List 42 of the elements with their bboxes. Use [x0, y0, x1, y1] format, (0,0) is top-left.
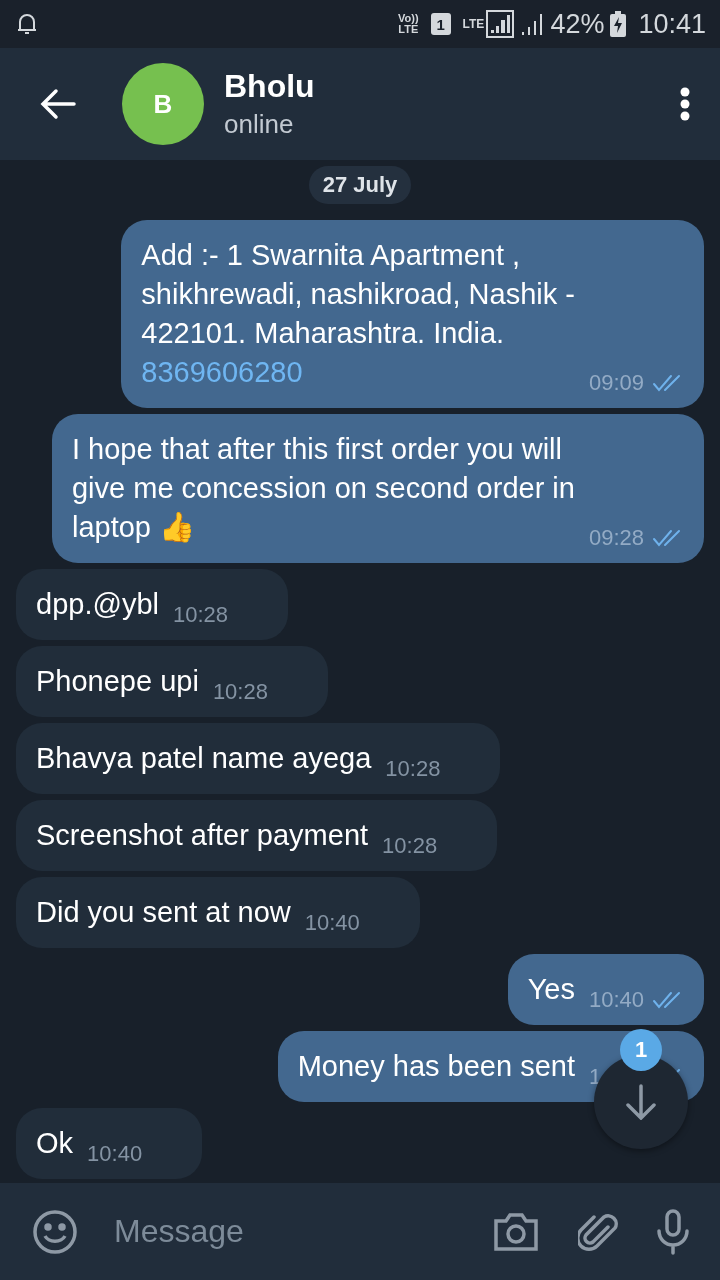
- phone-link[interactable]: 8369606280: [141, 353, 303, 392]
- battery-percent: 42%: [550, 8, 605, 40]
- message-time: 10:40: [588, 989, 644, 1011]
- message-time: 10:40: [87, 1143, 143, 1165]
- message-text: Phonepe upi: [36, 664, 199, 699]
- back-arrow-icon: [40, 88, 76, 120]
- volte-label: LTE: [398, 24, 419, 35]
- clock-time: 10:41: [638, 8, 706, 40]
- message-text: Money has been sent: [297, 1049, 575, 1084]
- contact-name: Bholu: [224, 68, 316, 105]
- message-time: 09:09: [588, 372, 644, 394]
- message-time: 10:28: [172, 604, 228, 626]
- message-text: Screenshot after payment: [36, 818, 369, 853]
- signal-icon: [486, 10, 515, 38]
- contact-status: online: [224, 109, 295, 140]
- microphone-button[interactable]: [656, 1208, 690, 1255]
- camera-button[interactable]: [492, 1210, 540, 1253]
- message-time: 10:40: [304, 912, 360, 934]
- emoji-button[interactable]: [32, 1208, 78, 1255]
- message-time: 10:28: [382, 835, 438, 857]
- message-time: 10:28: [385, 758, 441, 780]
- message-text: I hope that after this first order you will give me concession on second order in laptop 👍: [71, 432, 575, 545]
- microphone-icon: [656, 1208, 690, 1255]
- notification-bell-icon: [16, 12, 38, 36]
- camera-icon: [492, 1210, 540, 1253]
- smiley-icon: [32, 1208, 78, 1255]
- battery-charging-icon: [610, 11, 627, 37]
- message-text: Bhavya patel name ayega: [36, 741, 372, 776]
- avatar[interactable]: B: [122, 63, 204, 145]
- date-label: 27 July: [308, 166, 412, 204]
- message-text: Did you sent at now: [36, 895, 291, 930]
- message-text: Yes: [527, 972, 575, 1007]
- arrow-down-icon: [624, 1084, 658, 1120]
- message-time: 10:28: [212, 681, 268, 703]
- volte-label: Vo)): [398, 13, 419, 24]
- sim-badge: 1: [430, 13, 451, 35]
- message-text: Add :- 1 Swarnita Apartment , shikhrewadi, nashikroad, Nashik - 422101. Maharashtra. India.: [141, 238, 575, 351]
- more-options-icon: [680, 87, 690, 121]
- message-text: Ok: [36, 1126, 74, 1161]
- message-time: 09:28: [588, 527, 644, 549]
- message-text: dpp.@ybl: [36, 587, 159, 622]
- network-label: LTE: [462, 17, 485, 31]
